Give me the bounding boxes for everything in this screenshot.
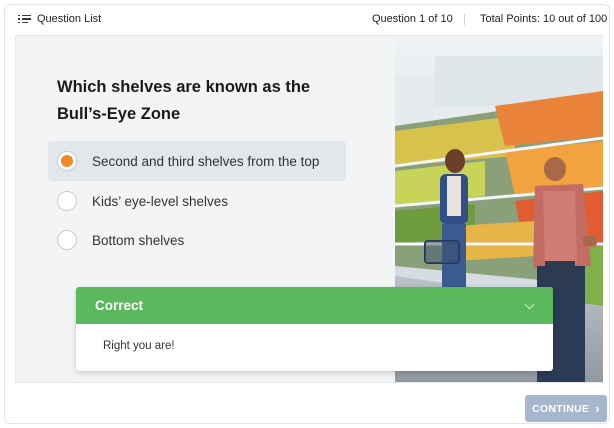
- radio-button[interactable]: [57, 191, 77, 211]
- continue-label: CONTINUE: [532, 402, 590, 415]
- feedback-popup: Correct Right you are!: [76, 287, 553, 371]
- answer-option-label: Kids’ eye-level shelves: [92, 193, 229, 209]
- radio-button[interactable]: [57, 151, 77, 171]
- chevron-right-icon: ›: [595, 401, 600, 416]
- answer-option-label: Bottom shelves: [92, 232, 185, 248]
- feedback-title: Correct: [95, 298, 144, 313]
- feedback-message: Right you are!: [103, 340, 175, 352]
- answer-option[interactable]: Second and third shelves from the top: [48, 141, 346, 181]
- question-counter: Question 1 of 10: [372, 13, 453, 25]
- answer-option[interactable]: Bottom shelves: [48, 220, 346, 260]
- divider: [464, 14, 465, 25]
- continue-button[interactable]: CONTINUE ›: [525, 395, 607, 422]
- answer-option-label: Second and third shelves from the top: [92, 153, 320, 169]
- radio-button[interactable]: [57, 230, 77, 250]
- question-text: Which shelves are known as the Bull’s-Ey…: [57, 78, 311, 123]
- chevron-down-icon[interactable]: [523, 299, 537, 313]
- list-icon: [18, 14, 31, 24]
- feedback-header[interactable]: Correct: [76, 287, 553, 324]
- question-list-button[interactable]: Question List: [18, 13, 101, 25]
- total-points: Total Points: 10 out of 100: [480, 13, 608, 25]
- answer-option[interactable]: Kids’ eye-level shelves: [48, 181, 346, 221]
- question-list-label: Question List: [37, 13, 102, 25]
- top-bar: Question List Question 1 of 10 Total Poi…: [5, 5, 609, 35]
- radio-selected-dot: [61, 155, 73, 167]
- quiz-frame: Question List Question 1 of 10 Total Poi…: [4, 4, 610, 424]
